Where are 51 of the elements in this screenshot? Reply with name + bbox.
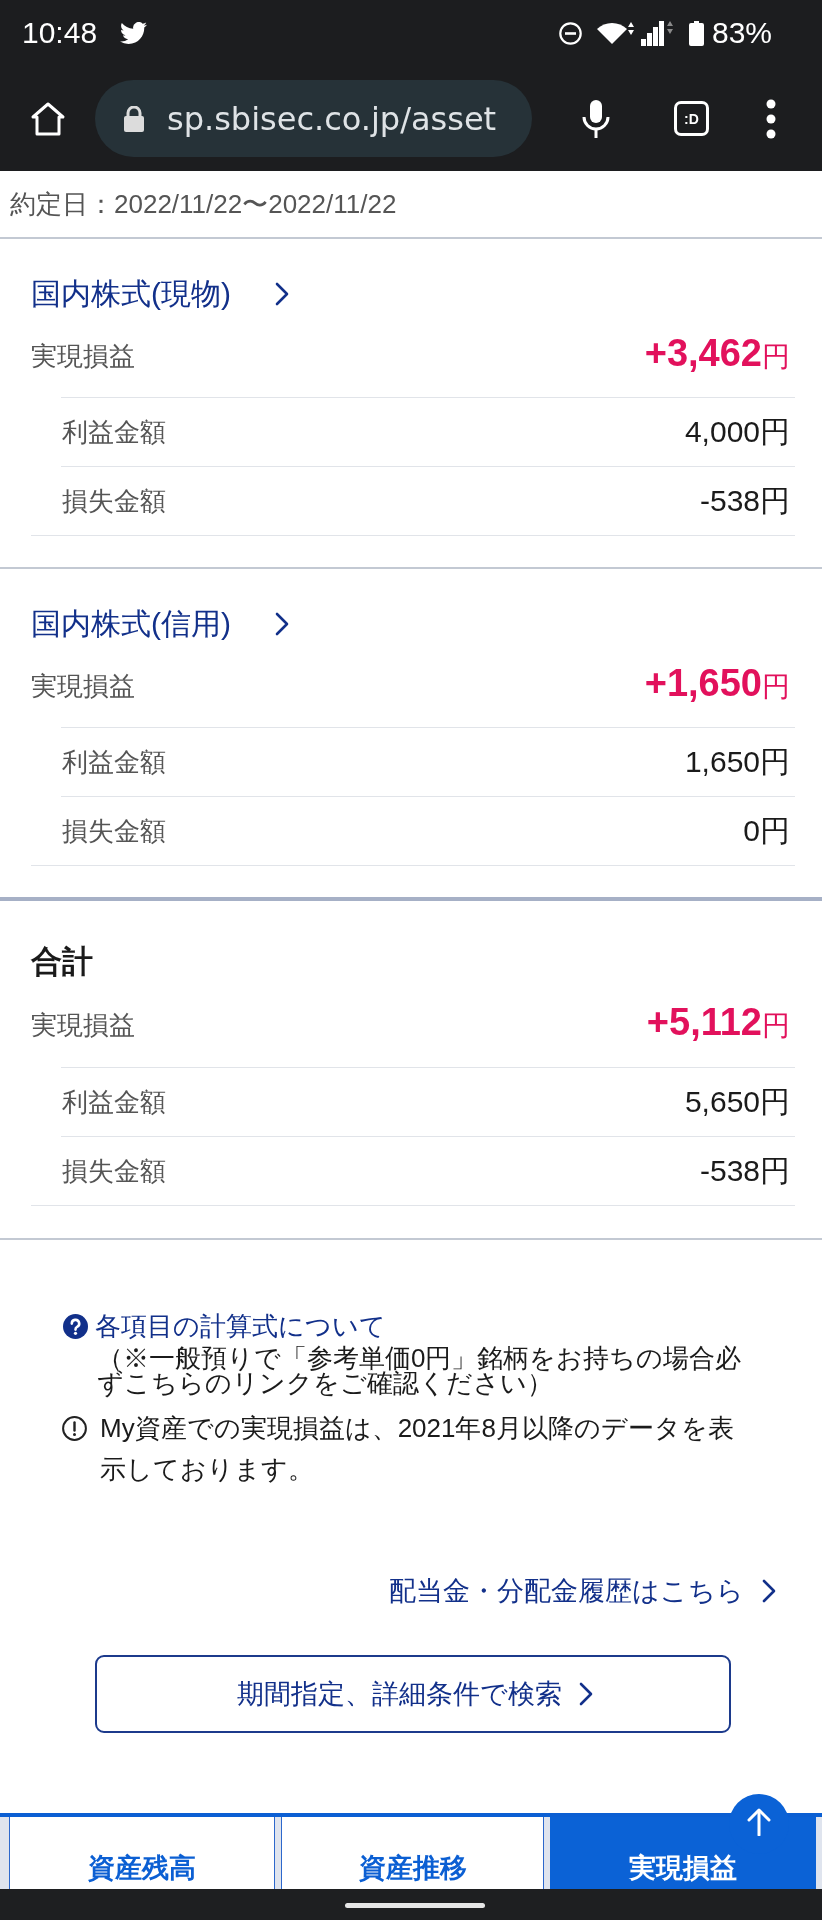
row-label: 損失金額: [62, 1156, 166, 1186]
category-link[interactable]: 国内株式(現物): [31, 274, 289, 314]
arrow-up-icon: [746, 1808, 772, 1836]
lock-icon: [123, 105, 145, 132]
tab[interactable]: 実現損益: [550, 1817, 816, 1889]
chevron-right-icon: [275, 282, 289, 306]
tab[interactable]: 資産推移: [281, 1817, 544, 1889]
wifi-icon: [596, 21, 634, 45]
chevron-right-icon: [762, 1579, 776, 1603]
row-label: 利益金額: [62, 747, 166, 777]
amount-value: 5,650円: [684, 1085, 790, 1119]
status-time: 10:48: [22, 16, 98, 50]
bird-icon: [120, 22, 148, 44]
search-button[interactable]: 期間指定、詳細条件で検索: [95, 1655, 731, 1733]
row-label: 損失金額: [62, 486, 166, 516]
battery-icon: [688, 20, 704, 46]
battery-percent: 83%: [711, 16, 772, 50]
note-text: My資産での実現損益は、2021年8月以降のデータを表示しております。: [100, 1412, 735, 1486]
exclamation-circle-icon: [62, 1416, 87, 1441]
address-bar[interactable]: sp.sbisec.co.jp/asset: [95, 80, 532, 157]
row-label: 実現損益: [31, 340, 135, 371]
menu-icon[interactable]: [766, 98, 776, 139]
row-label: 損失金額: [62, 816, 166, 846]
period-text: 約定日：2022/11/22〜2022/11/22: [10, 189, 397, 219]
chevron-right-icon: [579, 1682, 593, 1706]
note-text: （※一般預りで「参考単価0円」銘柄をお持ちの場合必ずこちらのリンクをご確認ください）: [97, 1346, 743, 1396]
chevron-right-icon: [275, 612, 289, 636]
row-label: 利益金額: [62, 1087, 166, 1117]
amount-value: +3,462円: [644, 332, 790, 376]
tab-switcher-button[interactable]: :D: [674, 101, 709, 136]
amount-value: 4,000円: [684, 415, 790, 449]
amount-value: +5,112円: [646, 1001, 790, 1045]
home-icon[interactable]: [30, 100, 66, 137]
help-link[interactable]: 各項目の計算式について: [95, 1309, 386, 1343]
minus-circle-icon: [558, 21, 582, 45]
microphone-icon[interactable]: [581, 98, 611, 139]
category-link[interactable]: 国内株式(信用): [31, 604, 289, 644]
amount-value: 1,650円: [684, 745, 790, 779]
help-icon: [63, 1313, 88, 1339]
gesture-handle-icon: [345, 1903, 485, 1908]
section-title: 合計: [31, 943, 93, 981]
amount-value: -538円: [699, 1154, 790, 1188]
amount-value: 0円: [743, 814, 790, 848]
signal-icon: [640, 20, 674, 46]
amount-value: +1,650円: [644, 662, 790, 706]
amount-value: -538円: [699, 484, 790, 518]
tab[interactable]: 資産残高: [9, 1817, 275, 1889]
dividend-history-link[interactable]: 配当金・分配金履歴はこちら: [389, 1574, 776, 1608]
row-label: 実現損益: [31, 670, 135, 701]
row-label: 利益金額: [62, 417, 166, 447]
row-label: 実現損益: [31, 1009, 135, 1040]
